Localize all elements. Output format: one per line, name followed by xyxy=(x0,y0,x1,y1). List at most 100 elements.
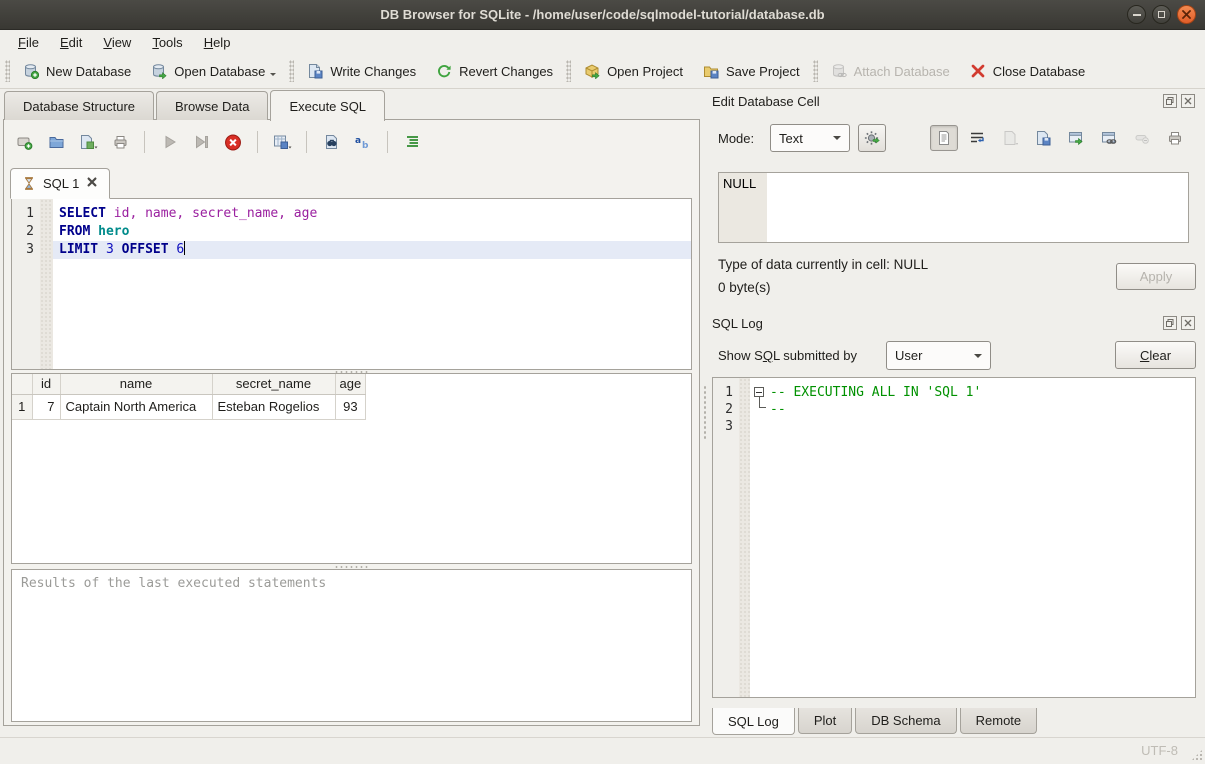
log-line-text: -- xyxy=(770,401,786,418)
mode-select[interactable]: Text xyxy=(770,124,850,152)
cell-name[interactable]: Captain North America xyxy=(60,394,212,419)
format-sql-icon[interactable] xyxy=(402,133,422,151)
results-grid[interactable]: id name secret_name age 1 7 Captain Nort… xyxy=(11,373,692,564)
menu-file[interactable]: File xyxy=(8,33,50,52)
save-results-icon[interactable] xyxy=(272,133,292,151)
log-change-margin xyxy=(739,378,750,697)
sql-identifiers: id, name, secret_name, age xyxy=(114,206,318,221)
sql-log-panel-title: SQL Log xyxy=(712,316,763,331)
menu-edit[interactable]: Edit xyxy=(50,33,93,52)
sql-editor-toolbar: ab xyxy=(14,129,422,155)
sql-log-view[interactable]: 1 2 3 -- EXECUTING ALL IN 'SQL 1' -- xyxy=(712,377,1196,698)
cell-value: NULL xyxy=(723,176,756,191)
menu-edit-rest: dit xyxy=(69,35,83,50)
cell-id[interactable]: 7 xyxy=(32,394,60,419)
attach-database-button: Attach Database xyxy=(821,58,960,84)
auto-completion-icon[interactable]: ab xyxy=(353,133,373,151)
maximize-icon xyxy=(1158,11,1165,18)
dock-tab-remote[interactable]: Remote xyxy=(960,708,1038,734)
close-tab-icon[interactable] xyxy=(86,176,98,192)
new-database-icon xyxy=(23,63,39,79)
stop-execution-icon[interactable] xyxy=(223,133,243,151)
float-panel-button[interactable] xyxy=(1163,316,1177,330)
tab-execute-sql[interactable]: Execute SQL xyxy=(270,90,385,121)
save-text-icon[interactable] xyxy=(1029,125,1057,151)
log-filter-value: User xyxy=(895,348,922,363)
open-database-dropdown-caret[interactable] xyxy=(270,73,276,79)
save-project-icon xyxy=(703,63,719,79)
print-cell-icon[interactable] xyxy=(1161,125,1189,151)
open-project-button[interactable]: Open Project xyxy=(574,58,693,84)
column-header-age[interactable]: age xyxy=(335,374,366,394)
word-wrap-icon[interactable] xyxy=(963,125,991,151)
text-mode-icon[interactable] xyxy=(930,125,958,151)
float-panel-button[interactable] xyxy=(1163,94,1177,108)
fold-marker-icon[interactable] xyxy=(754,387,764,397)
cell-value-editor[interactable]: NULL xyxy=(718,172,1189,243)
revert-changes-button[interactable]: Revert Changes xyxy=(426,58,563,84)
dock-tab-plot[interactable]: Plot xyxy=(798,708,852,734)
dock-tab-db-schema[interactable]: DB Schema xyxy=(855,708,956,734)
import-text-icon xyxy=(996,125,1024,151)
column-header-name[interactable]: name xyxy=(60,374,212,394)
dock-splitter-handle[interactable] xyxy=(703,385,707,441)
menu-file-key: F xyxy=(18,35,26,50)
menu-help-key: H xyxy=(204,35,213,50)
open-project-icon xyxy=(584,63,600,79)
dock-tab-sql-log[interactable]: SQL Log xyxy=(712,708,795,735)
close-database-label: Close Database xyxy=(993,64,1086,79)
menu-view[interactable]: View xyxy=(93,33,142,52)
maximize-button[interactable] xyxy=(1152,5,1171,24)
close-panel-button[interactable] xyxy=(1181,94,1195,108)
sql-document-tab[interactable]: SQL 1 xyxy=(10,168,110,199)
find-replace-icon[interactable] xyxy=(321,133,341,151)
write-changes-label: Write Changes xyxy=(330,64,416,79)
sql-number: 6 xyxy=(176,242,184,257)
new-sql-tab-icon[interactable] xyxy=(14,133,34,151)
link-window-icon[interactable] xyxy=(1095,125,1123,151)
clear-button-rest: lear xyxy=(1149,348,1171,363)
resize-grip[interactable] xyxy=(1191,749,1203,761)
toolbar-handle[interactable] xyxy=(813,60,818,82)
log-filter-select[interactable]: User xyxy=(886,341,991,370)
tab-browse-data[interactable]: Browse Data xyxy=(156,91,268,120)
export-window-icon[interactable] xyxy=(1062,125,1090,151)
menu-help[interactable]: Help xyxy=(194,33,242,52)
clear-button-label: Clear xyxy=(1140,348,1171,363)
clear-log-button[interactable]: Clear xyxy=(1115,341,1196,369)
close-panel-button[interactable] xyxy=(1181,316,1195,330)
minimize-button[interactable] xyxy=(1127,5,1146,24)
new-database-button[interactable]: New Database xyxy=(13,58,141,84)
svg-text:a: a xyxy=(355,136,361,146)
sql-code-editor[interactable]: 1 2 3 SELECT id, name, secret_name, age … xyxy=(11,198,692,370)
menu-bar: File Edit View Tools Help xyxy=(0,31,1205,54)
dock-tab-db-schema-label: DB Schema xyxy=(871,713,940,728)
close-database-button[interactable]: Close Database xyxy=(960,58,1096,84)
cell-age[interactable]: 93 xyxy=(335,394,366,419)
toolbar-separator xyxy=(144,131,145,153)
save-sql-file-icon[interactable] xyxy=(78,133,98,151)
open-database-button[interactable]: Open Database xyxy=(141,58,286,84)
attach-database-icon xyxy=(831,63,847,79)
print-sql-icon[interactable] xyxy=(110,133,130,151)
tab-database-structure[interactable]: Database Structure xyxy=(4,91,154,120)
dock-tab-bar: SQL Log Plot DB Schema Remote xyxy=(712,708,1037,735)
toolbar-handle[interactable] xyxy=(289,60,294,82)
results-placeholder-text: Results of the last executed statements xyxy=(21,576,326,591)
column-header-id[interactable]: id xyxy=(32,374,60,394)
menu-tools[interactable]: Tools xyxy=(142,33,193,52)
close-button[interactable] xyxy=(1177,5,1196,24)
log-filter-label-key: Q xyxy=(763,348,773,363)
minimize-icon xyxy=(1133,14,1141,16)
execution-results-message[interactable]: Results of the last executed statements xyxy=(11,569,692,722)
column-header-secret-name[interactable]: secret_name xyxy=(212,374,335,394)
toolbar-handle[interactable] xyxy=(566,60,571,82)
open-sql-file-icon[interactable] xyxy=(46,133,66,151)
toolbar-handle[interactable] xyxy=(5,60,10,82)
table-row[interactable]: 1 7 Captain North America Esteban Rogeli… xyxy=(12,394,366,419)
apply-format-button[interactable] xyxy=(858,124,886,152)
save-project-button[interactable]: Save Project xyxy=(693,58,810,84)
write-changes-button[interactable]: Write Changes xyxy=(297,58,426,84)
text-cursor xyxy=(184,241,185,255)
cell-secret-name[interactable]: Esteban Rogelios xyxy=(212,394,335,419)
